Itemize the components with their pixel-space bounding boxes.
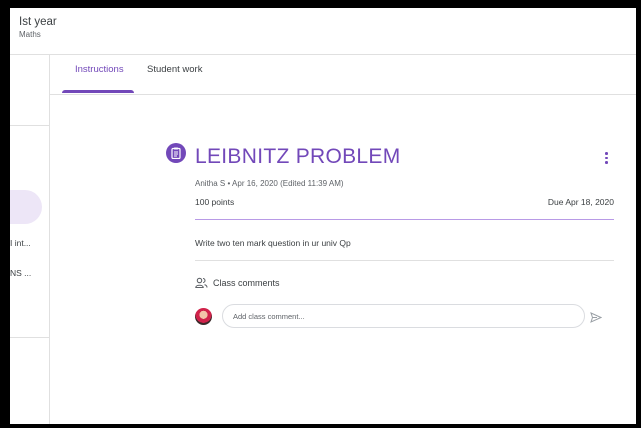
assignment-title: LEIBNITZ PROBLEM — [195, 145, 401, 168]
window-frame-left — [0, 0, 10, 428]
sidebar-divider-line — [10, 125, 49, 126]
window-frame-top — [0, 0, 641, 8]
class-subtitle: Maths — [19, 30, 41, 39]
tabs-divider — [49, 94, 636, 95]
assignment-icon — [166, 143, 186, 163]
class-comment-input[interactable]: Add class comment... — [222, 304, 585, 328]
avatar — [195, 308, 212, 325]
sidebar-item-label[interactable]: I int... — [10, 238, 31, 248]
sidebar-item-selected[interactable] — [10, 190, 42, 224]
assignment-points: 100 points — [195, 197, 235, 207]
sidebar-divider — [49, 54, 50, 424]
active-tab-indicator — [62, 90, 134, 93]
more-options-icon[interactable] — [604, 152, 608, 166]
classroom-page: Ist year Maths Instructions Student work… — [10, 8, 636, 424]
tab-student-work[interactable]: Student work — [147, 64, 202, 75]
class-title: Ist year — [19, 16, 57, 28]
assignment-meta: Anitha S • Apr 16, 2020 (Edited 11:39 AM… — [195, 179, 344, 188]
assignment-instructions: Write two ten mark question in ur univ Q… — [195, 238, 351, 248]
class-header[interactable]: Ist year Maths — [19, 16, 57, 39]
comment-placeholder: Add class comment... — [233, 311, 305, 321]
assignment-due-date: Due Apr 18, 2020 — [547, 197, 614, 207]
sidebar-divider-line — [10, 337, 49, 338]
tab-instructions[interactable]: Instructions — [75, 64, 124, 75]
header-divider — [10, 54, 636, 55]
send-icon[interactable] — [590, 310, 603, 328]
window-frame-bottom — [0, 424, 641, 428]
comments-divider — [195, 260, 614, 261]
assignment-divider — [195, 219, 614, 220]
class-comments-label[interactable]: Class comments — [213, 278, 280, 288]
people-icon — [195, 276, 208, 294]
window-frame-right — [636, 0, 641, 428]
sidebar-item-label[interactable]: NS ... — [10, 268, 31, 278]
